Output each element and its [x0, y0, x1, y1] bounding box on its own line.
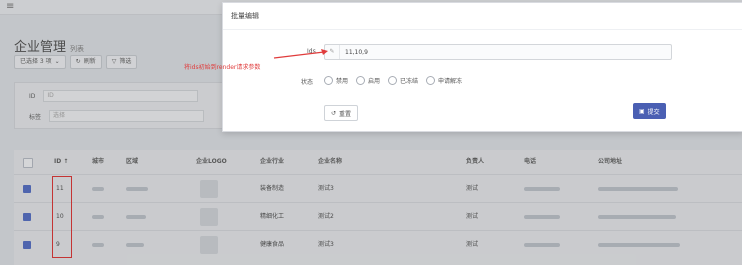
reset-label: 重置 — [339, 110, 352, 118]
save-icon: ▣ — [639, 107, 645, 115]
modal-title: 批量编辑 — [231, 12, 259, 20]
annotation-arrow-icon — [273, 49, 328, 59]
submit-button[interactable]: ▣ 提交 — [633, 103, 666, 119]
reset-button[interactable]: ↺ 重置 — [324, 105, 359, 121]
radio-label: 已冻结 — [400, 78, 419, 85]
status-label: 状态 — [301, 79, 314, 86]
radio-circle-icon — [388, 76, 398, 85]
radio-circle-icon — [356, 76, 366, 85]
submit-label: 提交 — [647, 108, 660, 116]
radio-enabled[interactable]: 启用 — [356, 76, 380, 85]
radio-label: 申请解冻 — [438, 78, 463, 85]
batch-edit-modal: 批量编辑 Ids ✎ 11,10,9 状态 禁用 启用 已冻结 申请解冻 ↺ 重… — [222, 2, 742, 132]
reset-icon: ↺ — [331, 109, 337, 117]
radio-circle-icon — [324, 76, 333, 85]
modal-divider — [223, 29, 742, 30]
radio-circle-icon — [426, 76, 436, 85]
ids-input[interactable]: ✎ 11,10,9 — [324, 44, 672, 60]
ids-value: 11,10,9 — [345, 48, 368, 56]
radio-label: 启用 — [368, 78, 381, 85]
radio-label: 禁用 — [336, 78, 349, 85]
status-radio-group: 禁用 启用 已冻结 申请解冻 — [324, 76, 462, 85]
annotation-text: 将ids初始到render请求参数 — [184, 64, 261, 71]
radio-frozen[interactable]: 已冻结 — [388, 76, 418, 85]
radio-disabled[interactable]: 禁用 — [324, 76, 348, 85]
radio-request-unfreeze[interactable]: 申请解冻 — [426, 76, 462, 85]
